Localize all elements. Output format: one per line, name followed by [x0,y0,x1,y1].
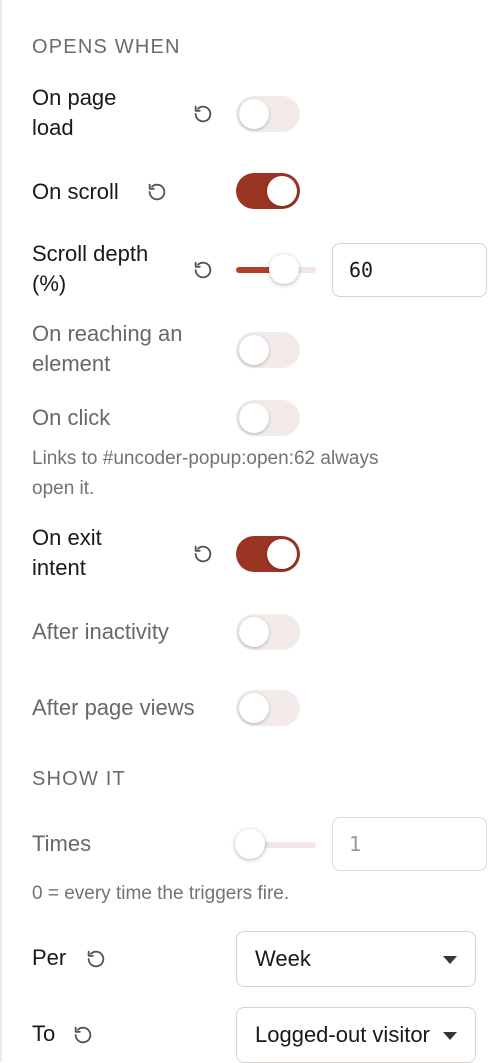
section-title-show-it: SHOW IT [32,768,126,790]
times-help-text: 0 = every time the triggers fire. [32,883,290,904]
on-reaching-element-label-line2: element [32,351,111,376]
on-reaching-element-label-line1: On reaching an [32,321,183,346]
on-reaching-element-toggle[interactable] [236,332,300,368]
reset-icon[interactable] [146,181,168,203]
reset-icon[interactable] [72,1024,94,1046]
chevron-down-icon [443,1032,457,1040]
to-select-value: Logged-out visitors [255,1022,430,1047]
reset-icon[interactable] [192,103,214,125]
toggle-knob [267,176,297,206]
to-select[interactable]: Logged-out visitors [236,1007,476,1063]
on-exit-intent-toggle[interactable] [236,536,300,572]
on-click-label: On click [32,405,111,430]
toggle-knob [239,403,269,433]
on-page-load-label: On page load [32,83,116,143]
scroll-depth-slider[interactable] [236,254,316,284]
scroll-depth-label: Scroll depth (%) [32,239,148,299]
per-label: Per [32,945,67,970]
on-exit-intent-label-line2: intent [32,555,86,580]
chevron-down-icon [443,956,457,964]
toggle-knob [239,335,269,365]
on-click-help-text: Links to #uncoder-popup:open:62 always o… [32,444,378,504]
scroll-depth-label-line1: Scroll depth [32,241,149,266]
on-reaching-element-label: On reaching an element [32,319,182,379]
slider-thumb[interactable] [269,254,299,284]
scroll-depth-input[interactable] [332,243,487,297]
after-inactivity-toggle[interactable] [236,614,300,650]
toggle-knob [239,99,269,129]
on-exit-intent-label: On exit intent [32,523,102,583]
on-exit-intent-label-line1: On exit [32,525,102,550]
on-scroll-label: On scroll [32,179,119,204]
on-click-help-line2: open it. [32,478,95,499]
toggle-knob [239,693,269,723]
reset-icon[interactable] [192,259,214,281]
section-title-opens-when: OPENS WHEN [32,36,181,58]
toggle-knob [267,539,297,569]
reset-icon[interactable] [192,543,214,565]
popup-trigger-settings-panel: OPENS WHEN On page load On scroll Scroll… [0,0,504,1063]
times-label: Times [32,831,92,856]
on-page-load-label-line1: On page [32,85,117,110]
on-page-load-toggle[interactable] [236,96,300,132]
slider-thumb[interactable] [235,829,265,859]
per-select-value: Week [255,946,311,971]
times-input[interactable] [332,817,487,871]
toggle-knob [239,617,269,647]
reset-icon[interactable] [85,948,107,970]
after-page-views-toggle[interactable] [236,690,300,726]
on-click-toggle[interactable] [236,400,300,436]
after-page-views-label: After page views [32,695,195,720]
on-click-help-line1: Links to #uncoder-popup:open:62 always [32,448,379,469]
times-slider[interactable] [235,829,316,859]
scroll-depth-label-line2: (%) [32,271,67,296]
on-scroll-toggle[interactable] [236,173,300,209]
after-inactivity-label: After inactivity [32,619,169,644]
on-page-load-label-line2: load [32,115,74,140]
per-select[interactable]: Week [236,931,476,987]
to-label: To [32,1021,56,1046]
